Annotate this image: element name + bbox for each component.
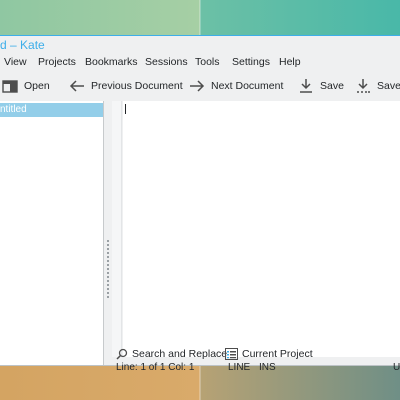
- next-document-button[interactable]: Next Document: [189, 75, 283, 97]
- tool-view-bar: Search and Replace Current Project: [0, 342, 400, 366]
- document-list-item[interactable]: ntitled: [0, 103, 103, 117]
- save-as-label: Save: [377, 80, 400, 92]
- wallpaper-tile-top-left: [0, 0, 200, 35]
- next-document-label: Next Document: [211, 80, 284, 92]
- documents-sidebar: ntitled: [0, 101, 104, 365]
- menu-help[interactable]: Help: [279, 56, 301, 68]
- menu-sessions[interactable]: Sessions: [145, 56, 188, 68]
- arrow-left-icon: [69, 78, 85, 94]
- save-as-icon: [355, 78, 371, 94]
- current-project-label: Current Project: [242, 348, 313, 360]
- previous-document-button[interactable]: Previous Document: [69, 75, 183, 97]
- previous-document-label: Previous Document: [91, 80, 183, 92]
- open-label: Open: [24, 80, 50, 92]
- current-project-button[interactable]: Current Project: [225, 345, 313, 363]
- menu-tools[interactable]: Tools: [195, 56, 220, 68]
- menu-settings[interactable]: Settings: [232, 56, 270, 68]
- arrow-right-icon: [189, 78, 205, 94]
- menu-bookmarks[interactable]: Bookmarks: [85, 56, 138, 68]
- search-and-replace-label: Search and Replace: [132, 348, 228, 360]
- open-button[interactable]: Open: [2, 75, 50, 97]
- kate-window: d – Kate View Projects Bookmarks Session…: [0, 35, 400, 373]
- text-cursor: [125, 104, 126, 114]
- download-save-icon: [298, 78, 314, 94]
- editor-gutter: [112, 101, 122, 357]
- menu-bar: View Projects Bookmarks Sessions Tools S…: [0, 52, 400, 71]
- menu-projects[interactable]: Projects: [38, 56, 76, 68]
- project-list-icon: [225, 348, 242, 360]
- window-title: d – Kate: [0, 38, 45, 52]
- save-label: Save: [320, 80, 344, 92]
- document-open-icon: [2, 78, 18, 94]
- search-and-replace-button[interactable]: Search and Replace: [116, 345, 227, 363]
- main-toolbar: Open Previous Document Next Document Sav…: [0, 72, 400, 100]
- wallpaper-tile-top-right: [200, 0, 400, 35]
- text-editor-area[interactable]: [123, 101, 400, 357]
- window-titlebar[interactable]: d – Kate: [0, 35, 400, 52]
- sidebar-splitter-handle[interactable]: [107, 240, 110, 300]
- menu-view[interactable]: View: [4, 56, 27, 68]
- search-icon: [116, 348, 132, 360]
- save-button[interactable]: Save: [298, 75, 344, 97]
- save-as-button[interactable]: Save: [355, 75, 400, 97]
